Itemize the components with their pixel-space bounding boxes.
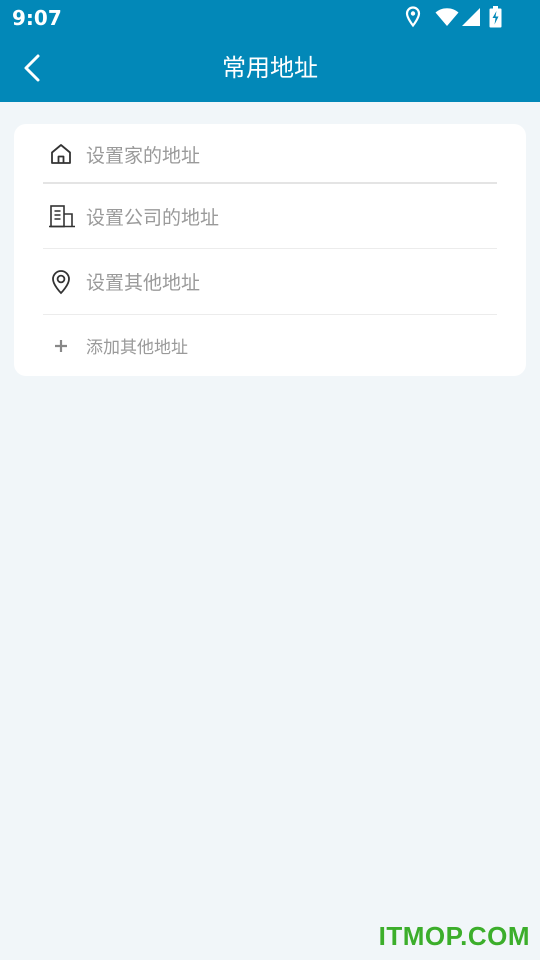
chevron-left-icon: [24, 54, 40, 82]
address-label-company: 设置公司的地址: [86, 206, 220, 229]
app-bar: 常用地址: [0, 36, 540, 102]
status-bar: 9:07: [0, 0, 540, 36]
building-icon: [48, 203, 76, 229]
address-row-company[interactable]: 设置公司的地址: [14, 184, 526, 248]
address-row-home[interactable]: 设置家的地址: [14, 124, 526, 184]
battery-charging-icon: [489, 6, 502, 28]
address-label-home: 设置家的地址: [86, 144, 201, 167]
add-address-button[interactable]: 添加其他地址: [14, 315, 526, 376]
address-row-other[interactable]: 设置其他地址: [14, 249, 526, 314]
signal-icon: [461, 7, 481, 27]
status-time: 9:07: [12, 6, 62, 30]
status-icons: [405, 6, 502, 28]
top-header: 9:07 常用地址: [0, 0, 540, 102]
address-label-other: 设置其他地址: [86, 272, 201, 294]
address-card: 设置家的地址 设置公司的地址 设置其他地址 添加其他地址: [14, 124, 526, 376]
add-address-label: 添加其他地址: [86, 338, 188, 358]
plus-icon: [48, 333, 74, 359]
back-button[interactable]: [14, 50, 50, 86]
watermark: ITMOP.COM: [378, 921, 530, 951]
wifi-icon: [435, 7, 459, 27]
page-title: 常用地址: [222, 54, 318, 82]
location-pin-icon: [48, 269, 74, 295]
home-icon: [48, 141, 74, 167]
location-icon: [405, 6, 421, 28]
